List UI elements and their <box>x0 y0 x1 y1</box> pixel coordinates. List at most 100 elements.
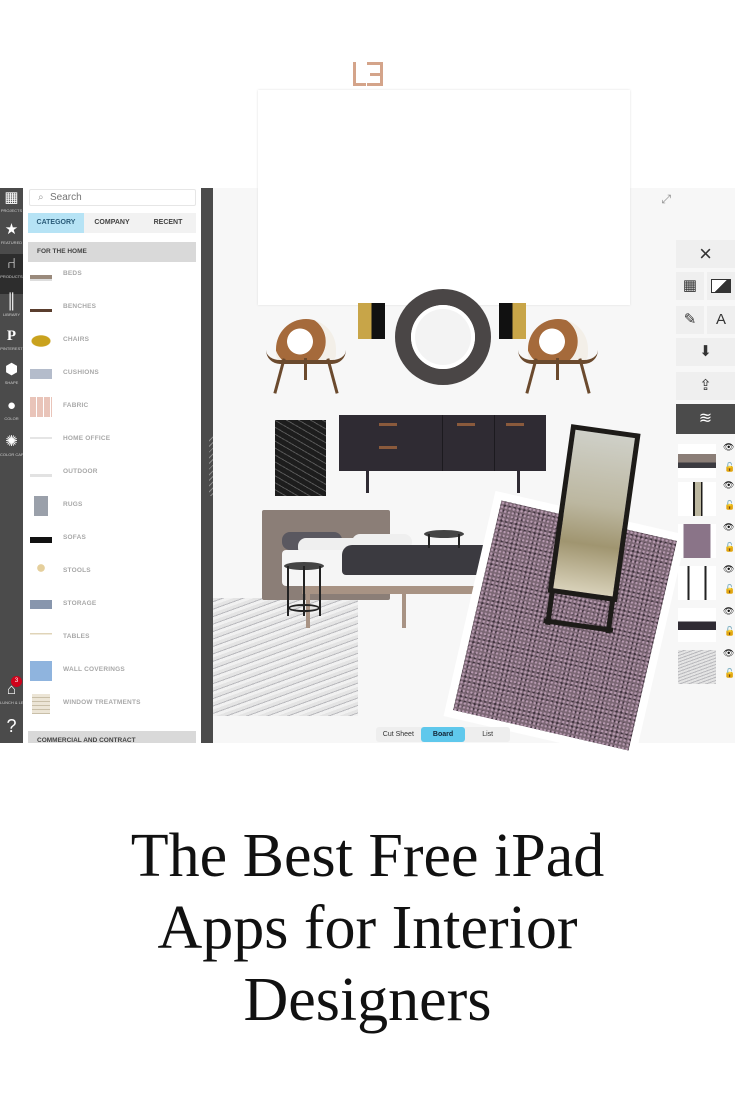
category-home-office[interactable]: HOME OFFICE <box>28 424 196 457</box>
pen-button[interactable]: ✎ <box>676 306 704 334</box>
rail-item-products[interactable]: ⑁ PRODUCTS <box>0 254 23 294</box>
close-button[interactable]: × <box>676 240 735 268</box>
tab-company[interactable]: COMPANY <box>84 213 140 233</box>
board-item-round-mirror[interactable] <box>395 289 491 385</box>
stools-thumbnail <box>30 562 52 582</box>
download-button[interactable]: ⬇ <box>676 338 735 366</box>
close-icon: × <box>699 241 712 266</box>
unlock-icon[interactable]: 🔓 <box>724 626 735 637</box>
image-icon <box>711 279 731 293</box>
layer-row-sideboard[interactable]: 👁 🔓 <box>676 604 735 646</box>
layer-thumbnail <box>678 650 716 684</box>
section-commercial-contract[interactable]: COMMERCIAL AND CONTRACT <box>28 731 196 743</box>
headline-line-3: Designers <box>243 966 492 1034</box>
search-icon: ⌕ <box>38 192 44 203</box>
help-icon: ? <box>6 716 17 736</box>
unlock-icon[interactable]: 🔓 <box>724 462 735 473</box>
board-item-side-table-back[interactable] <box>424 530 464 550</box>
layers-icon: ≋ <box>698 410 713 427</box>
category-window-treatments[interactable]: WINDOW TREATMENTS <box>28 688 196 721</box>
image-button[interactable] <box>707 272 735 300</box>
visibility-icon[interactable]: 👁 <box>723 442 734 453</box>
category-rugs[interactable]: RUGS <box>28 490 196 523</box>
category-benches[interactable]: BENCHES <box>28 292 196 325</box>
board-item-sideboard[interactable] <box>339 415 546 493</box>
visibility-icon[interactable]: 👁 <box>723 606 734 617</box>
rugs-thumbnail <box>34 496 48 516</box>
category-stools[interactable]: STOOLS <box>28 556 196 589</box>
category-outdoor[interactable]: OUTDOOR <box>28 457 196 490</box>
share-button[interactable]: ⇪ <box>676 372 735 400</box>
moodboard-background <box>258 90 630 305</box>
text-button[interactable]: A <box>707 306 735 334</box>
product-panel: ⌕ CATEGORY COMPANY RECENT FOR THE HOME B… <box>23 188 201 743</box>
visibility-icon[interactable]: 👁 <box>723 564 734 575</box>
unlock-icon[interactable]: 🔓 <box>724 500 735 511</box>
rail-item-help[interactable]: ? <box>0 716 23 743</box>
notification-badge: 3 <box>11 676 22 687</box>
beds-thumbnail <box>30 265 52 285</box>
layer-thumbnail <box>678 482 716 516</box>
rail-item-color-capture[interactable]: ✺ COLOR CAPTURE <box>0 432 23 472</box>
tables-thumbnail <box>30 628 52 648</box>
rail-item-lunch-learn[interactable]: ⌂ LUNCH & LEARN 3 <box>0 676 23 720</box>
board-item-side-table[interactable] <box>284 562 324 622</box>
unlock-icon[interactable]: 🔓 <box>724 542 735 553</box>
cushions-thumbnail <box>30 364 52 384</box>
share-icon: ⇪ <box>699 377 712 394</box>
sofas-thumbnail <box>30 529 52 549</box>
layer-thumbnail <box>678 566 716 600</box>
visibility-icon[interactable]: 👁 <box>723 648 734 659</box>
layer-row-rug[interactable]: 👁 🔓 <box>676 520 735 562</box>
category-cushions[interactable]: CUSHIONS <box>28 358 196 391</box>
unlock-icon[interactable]: 🔓 <box>724 668 735 679</box>
category-tables[interactable]: TABLES <box>28 622 196 655</box>
expand-icon[interactable]: ⤢ <box>661 192 671 207</box>
view-cut-sheet-button[interactable]: Cut Sheet <box>376 727 421 742</box>
storage-thumbnail <box>30 595 52 615</box>
rail-item-color[interactable]: ● COLOR <box>0 396 23 436</box>
category-chairs[interactable]: CHAIRS <box>28 325 196 358</box>
brand-logo-icon <box>352 62 383 86</box>
chair-icon: ⑁ <box>6 255 16 272</box>
category-beds[interactable]: BEDS <box>28 259 196 292</box>
board-item-map-art[interactable] <box>275 420 326 496</box>
layer-row-woven-floor[interactable]: 👁 🔓 <box>676 646 735 688</box>
visibility-icon[interactable]: 👁 <box>723 480 734 491</box>
category-wall-coverings[interactable]: WALL COVERINGS <box>28 655 196 688</box>
category-fabric[interactable]: FABRIC <box>28 391 196 424</box>
layer-row-side-table[interactable]: 👁 🔓 <box>676 562 735 604</box>
layer-row-bed[interactable]: 👁 🔓 <box>676 440 735 482</box>
droplet-icon: ● <box>6 397 17 414</box>
view-board-button[interactable]: Board <box>420 727 466 742</box>
search-field[interactable]: ⌕ <box>29 189 196 206</box>
layers-button[interactable]: ≋ <box>676 404 735 434</box>
tab-category[interactable]: CATEGORY <box>28 213 84 233</box>
wall-coverings-thumbnail <box>30 661 52 681</box>
view-switch: Cut Sheet Board List <box>376 727 510 742</box>
view-list-button[interactable]: List <box>465 727 510 742</box>
search-input[interactable] <box>50 192 190 203</box>
home-office-thumbnail <box>30 430 52 450</box>
tab-recent[interactable]: RECENT <box>140 213 196 233</box>
layer-row-floor-mirror[interactable]: 👁 🔓 <box>676 478 735 520</box>
grid-icon: ▦ <box>4 189 19 206</box>
board-item-sconce-left[interactable] <box>358 303 385 339</box>
chairs-thumbnail <box>30 331 52 351</box>
star-icon: ★ <box>4 221 19 238</box>
panel-tabs: CATEGORY COMPANY RECENT <box>28 213 196 233</box>
article-headline: The Best Free iPad Apps for Interior Des… <box>0 820 735 1036</box>
aperture-icon: ✺ <box>5 433 18 450</box>
category-storage[interactable]: STORAGE <box>28 589 196 622</box>
unlock-icon[interactable]: 🔓 <box>724 584 735 595</box>
pinterest-icon: P <box>6 328 17 344</box>
category-sofas[interactable]: SOFAS <box>28 523 196 556</box>
board-item-chair-right[interactable] <box>518 314 598 394</box>
grid-button[interactable]: ▦ <box>676 272 704 300</box>
headline-line-2: Apps for Interior <box>157 894 578 962</box>
rail-item-shape[interactable]: ⬢ SHAPE <box>0 360 23 400</box>
download-icon: ⬇ <box>699 343 712 360</box>
visibility-icon[interactable]: 👁 <box>723 522 734 533</box>
board-item-chair-left[interactable] <box>266 314 346 394</box>
headline-line-1: The Best Free iPad <box>130 822 605 890</box>
